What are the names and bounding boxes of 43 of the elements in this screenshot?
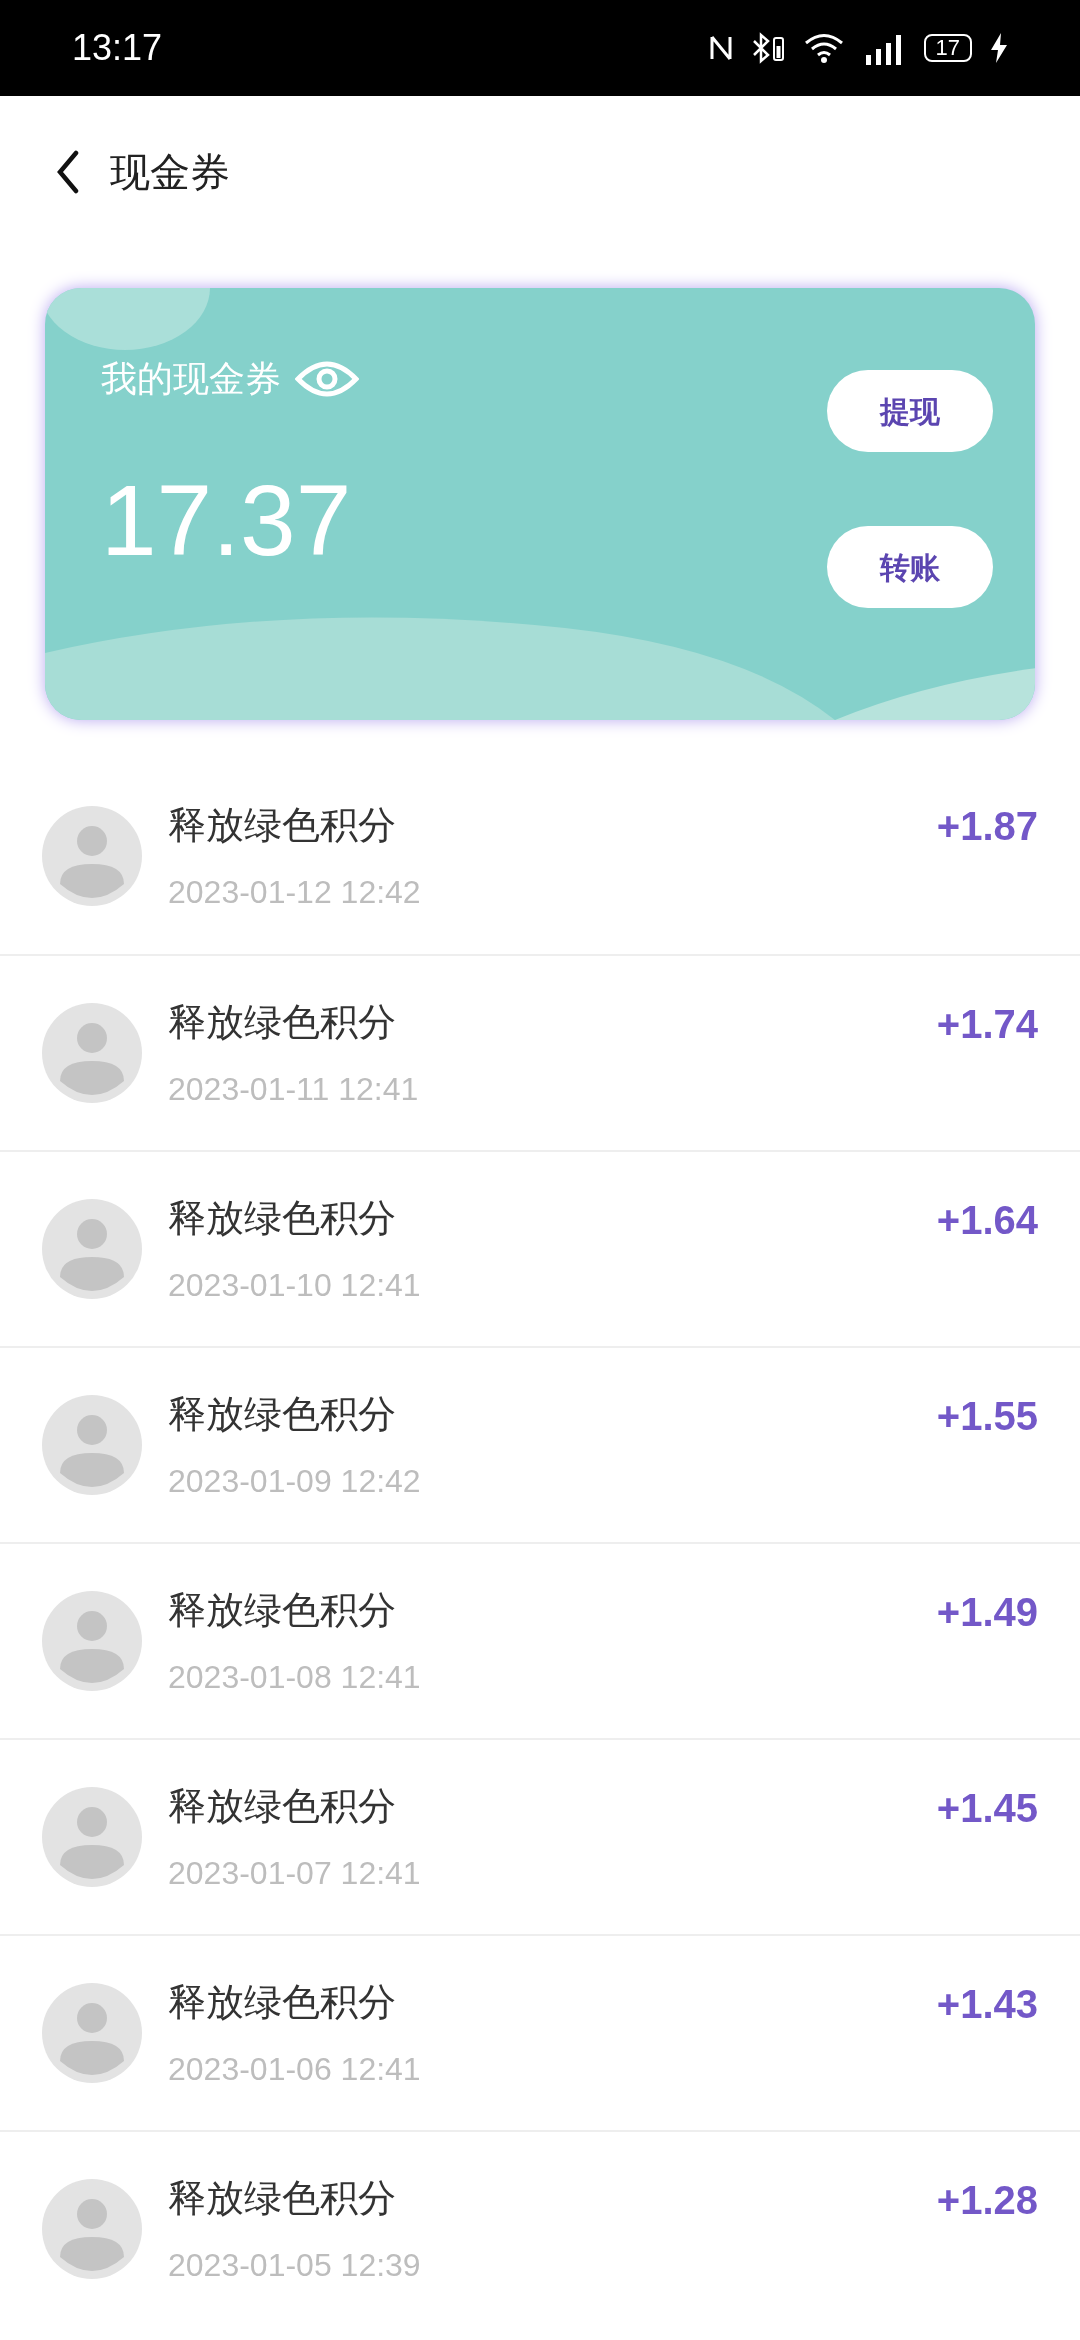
bluetooth-icon [751,32,786,64]
record-time: 2023-01-06 12:41 [168,2049,422,2089]
action-button[interactable]: 转账 [827,526,993,608]
record-amount: +1.28 [936,2177,1038,2224]
record-time: 2023-01-09 12:42 [168,1461,422,1501]
balance-amount: 17.37 [101,470,353,570]
back-icon[interactable] [56,150,80,194]
record-time: 2023-01-11 12:41 [168,1069,420,1109]
record-title: 释放绿色积分 [168,802,397,848]
card-label: 我的现金券 [101,357,281,401]
avatar-icon [42,1591,142,1691]
record-amount: +1.45 [936,1785,1038,1832]
charging-icon [990,33,1008,63]
record-amount: +1.64 [936,1197,1038,1244]
avatar-icon [42,806,142,906]
record-title: 释放绿色积分 [168,2175,397,2221]
record-title: 释放绿色积分 [168,1587,397,1633]
record-title: 释放绿色积分 [168,1979,397,2025]
record-amount: +1.43 [936,1981,1038,2028]
record-amount: +1.55 [936,1393,1038,1440]
avatar-icon [42,1983,142,2083]
record-amount: +1.87 [936,803,1038,850]
record-amount: +1.49 [936,1589,1038,1636]
record-title: 释放绿色积分 [168,1783,397,1829]
record-amount: +1.74 [936,1001,1038,1048]
record-title: 释放绿色积分 [168,1391,397,1437]
avatar-icon [42,2179,142,2279]
wifi-icon [803,32,844,64]
status-time: 13:17 [72,26,163,70]
record-title: 释放绿色积分 [168,999,397,1045]
avatar-icon [42,1787,142,1887]
page-title: 现金券 [110,149,230,196]
avatar-icon [42,1199,142,1299]
record-time: 2023-01-12 12:42 [168,872,422,912]
record-time: 2023-01-07 12:41 [168,1853,422,1893]
record-time: 2023-01-05 12:39 [168,2245,422,2285]
record-title: 释放绿色积分 [168,1195,397,1241]
action-button[interactable]: 提现 [827,370,993,452]
avatar-icon [42,1003,142,1103]
record-time: 2023-01-08 12:41 [168,1657,422,1697]
record-time: 2023-01-10 12:41 [168,1265,422,1305]
avatar-icon [42,1395,142,1495]
battery-indicator: 17 [923,34,972,62]
